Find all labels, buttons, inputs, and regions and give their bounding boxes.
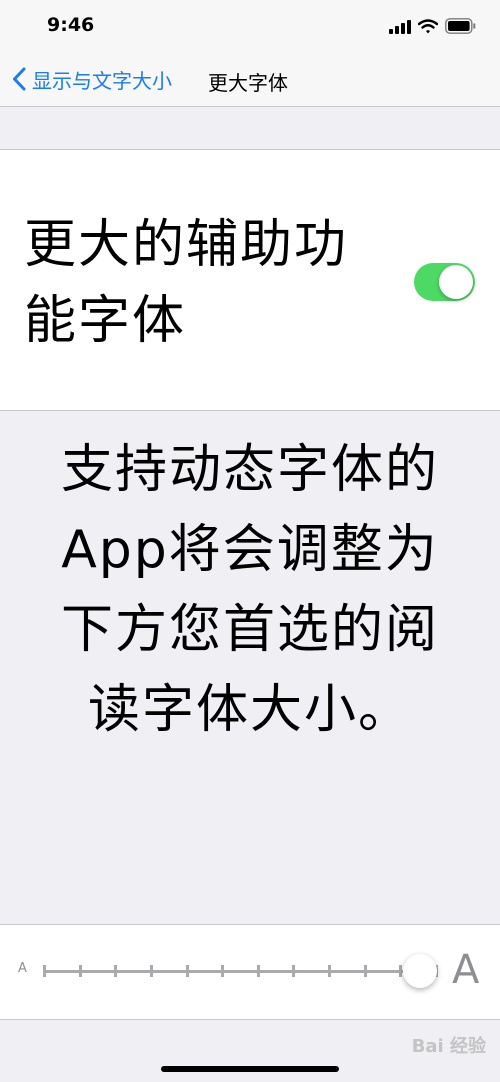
larger-accessibility-sizes-cell: 更大的辅助功能字体 bbox=[0, 149, 500, 411]
description-text: 支持动态字体的App将会调整为下方您首选的阅读字体大小。 bbox=[60, 440, 439, 740]
status-time: 9:46 bbox=[47, 14, 95, 36]
back-button[interactable]: 显示与文字大小 bbox=[12, 63, 172, 95]
status-bar: 9:46 bbox=[0, 0, 500, 52]
slider-tick bbox=[114, 965, 118, 977]
page-title: 更大字体 bbox=[208, 71, 288, 95]
slider-tick bbox=[292, 965, 296, 977]
larger-accessibility-sizes-toggle[interactable] bbox=[414, 263, 475, 301]
slider-tick bbox=[78, 965, 82, 977]
navigation-bar: 显示与文字大小 更大字体 bbox=[0, 52, 500, 107]
slider-tick bbox=[399, 965, 403, 977]
signal-icon bbox=[389, 19, 411, 34]
status-icons bbox=[389, 16, 476, 36]
toggle-knob bbox=[439, 265, 473, 299]
slider-tick bbox=[221, 965, 225, 977]
large-font-label: A bbox=[452, 947, 480, 993]
font-size-slider-thumb[interactable] bbox=[403, 954, 437, 988]
back-button-label: 显示与文字大小 bbox=[32, 68, 172, 93]
slider-tick bbox=[363, 965, 367, 977]
battery-icon bbox=[445, 18, 476, 34]
watermark: Bai 经验 bbox=[411, 1036, 486, 1057]
small-font-label: A bbox=[18, 961, 27, 976]
slider-tick bbox=[149, 965, 153, 977]
chevron-left-icon bbox=[13, 67, 26, 91]
home-indicator[interactable] bbox=[161, 1066, 339, 1072]
toggle-label: 更大的辅助功能字体 bbox=[24, 215, 349, 351]
slider-tick bbox=[43, 965, 46, 977]
wifi-icon bbox=[418, 18, 438, 34]
slider-tick bbox=[328, 965, 332, 977]
font-size-slider-track[interactable] bbox=[43, 970, 438, 973]
slider-tick bbox=[185, 965, 189, 977]
slider-tick bbox=[256, 965, 260, 977]
font-size-slider-cell: A A bbox=[0, 924, 500, 1020]
